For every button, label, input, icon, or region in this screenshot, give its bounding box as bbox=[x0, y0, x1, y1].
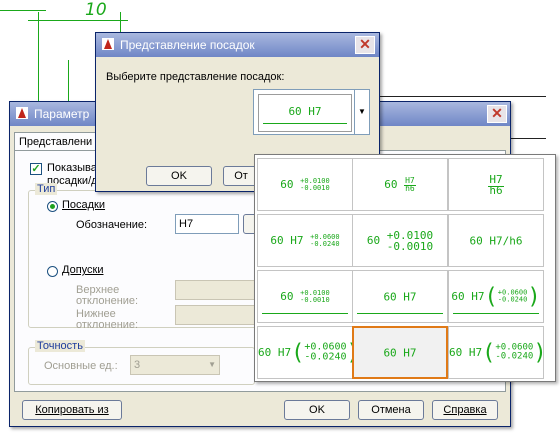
fit-preview-text: 60 H7 bbox=[288, 105, 322, 118]
preview-baseline bbox=[263, 123, 347, 124]
fit-option[interactable]: 60 H7(+0.0600-0.0240) bbox=[448, 270, 544, 323]
tab-label: Представлени bbox=[19, 136, 93, 148]
show-fits-checkbox[interactable]: ✓ bbox=[30, 163, 42, 175]
chevron-down-icon: ▼ bbox=[208, 360, 216, 369]
autocad-app-icon bbox=[16, 107, 28, 119]
fit-option[interactable]: 60 H7/h6 bbox=[448, 214, 544, 267]
ok-button[interactable]: OK bbox=[284, 400, 350, 420]
drawing-line bbox=[0, 10, 46, 11]
dimension-text: 10 bbox=[85, 0, 107, 20]
drawing-line bbox=[378, 96, 546, 97]
primary-units-value: 3 bbox=[134, 359, 141, 371]
copy-from-button[interactable]: Копировать из bbox=[22, 400, 122, 420]
titlebar[interactable]: Представление посадок ✕ bbox=[96, 33, 379, 57]
fit-option[interactable]: 60 H7 +0.0600 -0.0240 bbox=[257, 214, 353, 267]
fit-option[interactable]: 60 H7 bbox=[352, 270, 448, 323]
fit-option[interactable]: 60 H7(+0.0600-0.0240) bbox=[448, 326, 547, 379]
window-title: Параметр bbox=[34, 107, 90, 121]
precision-group-title: Точность bbox=[35, 340, 85, 352]
tolerances-radio-label: Допуски bbox=[62, 264, 104, 276]
upper-deviation-input[interactable] bbox=[175, 280, 255, 300]
cancel-button[interactable]: Отмена bbox=[358, 400, 424, 420]
fit-option[interactable]: 60 H7 h6 bbox=[352, 158, 448, 211]
fit-preview-combo[interactable]: 60 H7 bbox=[253, 89, 355, 135]
primary-units-label: Основные ед.: bbox=[44, 360, 118, 372]
fit-preview: 60 H7 bbox=[258, 94, 352, 132]
type-group-title: Тип bbox=[35, 183, 58, 195]
lower-deviation-label-2: отклонение: bbox=[76, 319, 139, 331]
help-button[interactable]: Справка bbox=[432, 400, 498, 420]
close-button[interactable]: ✕ bbox=[487, 105, 507, 123]
fit-option[interactable]: 60 +0.0100 -0.0010 bbox=[352, 214, 448, 267]
extension-line bbox=[38, 12, 39, 108]
lower-deviation-input[interactable] bbox=[175, 305, 255, 325]
autocad-app-icon bbox=[102, 38, 114, 50]
designation-label: Обозначение: bbox=[76, 219, 148, 231]
fit-option-selected[interactable]: 60 H7 bbox=[352, 326, 448, 379]
fit-options-dropdown: 60 +0.0100 -0.0010 60 H7 h6 H7 h6 60 H7 +0.… bbox=[254, 154, 556, 382]
extension-line bbox=[120, 12, 121, 32]
tab-presentation[interactable]: Представлени bbox=[14, 132, 106, 151]
dropdown-arrow-button[interactable]: ▼ bbox=[354, 89, 370, 135]
dimension-line bbox=[28, 20, 128, 21]
upper-deviation-label-2: отклонение: bbox=[76, 295, 139, 307]
designation-input[interactable]: H7 bbox=[175, 214, 239, 234]
fit-option[interactable]: 60 +0.0100 -0.0010 bbox=[257, 158, 353, 211]
fits-radio[interactable] bbox=[47, 201, 58, 212]
ok-button[interactable]: OK bbox=[146, 166, 212, 186]
fit-option[interactable]: 60 H7(+0.0600-0.0240) bbox=[257, 326, 360, 379]
window-title: Представление посадок bbox=[120, 38, 255, 52]
tolerances-radio[interactable] bbox=[47, 266, 58, 277]
fits-radio-label: Посадки bbox=[62, 199, 106, 211]
close-button[interactable]: ✕ bbox=[355, 36, 375, 54]
show-fits-label-line1: Показыва bbox=[47, 162, 97, 174]
prompt-label: Выберите представление посадок: bbox=[106, 71, 285, 83]
chevron-down-icon: ▼ bbox=[358, 107, 366, 116]
fit-option[interactable]: H7 h6 bbox=[448, 158, 544, 211]
fit-option[interactable]: 60 +0.0100 -0.0010 bbox=[257, 270, 353, 323]
primary-units-select[interactable]: 3 ▼ bbox=[130, 355, 220, 375]
